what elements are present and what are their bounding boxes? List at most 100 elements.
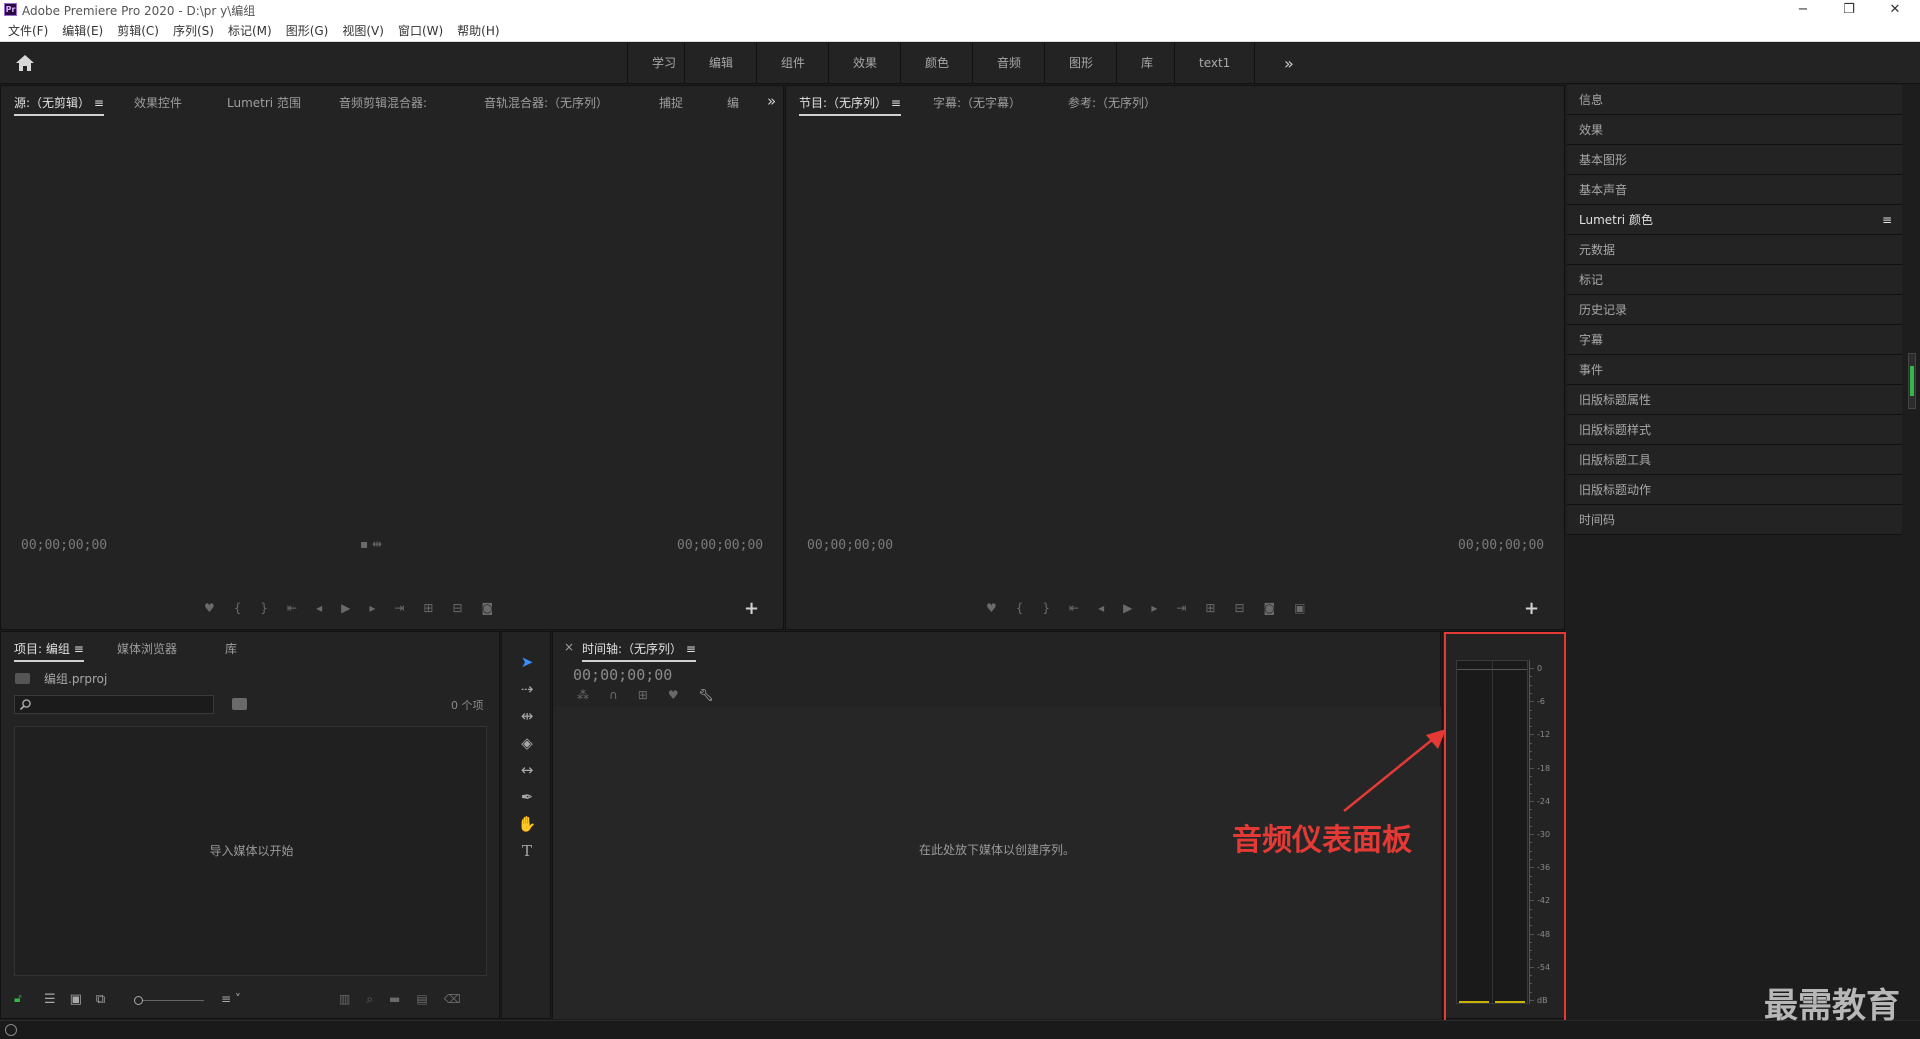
panel-legacy-title-styles[interactable]: 旧版标题样式 (1567, 415, 1902, 445)
maximize-button[interactable]: ❐ (1826, 0, 1872, 20)
program-transport-controls[interactable]: ♥{}⇤◂▶▸⇥⊞⊟◙▣ (986, 601, 1325, 615)
tab-media-browser[interactable]: 媒体浏览器 (117, 640, 177, 657)
meter-scale-label: -6 (1537, 697, 1545, 707)
panel-lumetri-color[interactable]: Lumetri 颜色 ≡ (1567, 205, 1902, 235)
new-search-bin-icon[interactable] (232, 698, 247, 710)
panel-legacy-title-actions[interactable]: 旧版标题动作 (1567, 475, 1902, 505)
pen-tool-icon[interactable]: ✒ (514, 785, 540, 809)
program-timecode-current[interactable]: 00;00;00;00 (807, 538, 893, 553)
tab-timeline[interactable]: 时间轴:（无序列） ≡ (582, 640, 696, 662)
panel-essential-sound[interactable]: 基本声音 (1567, 175, 1902, 205)
sort-icon[interactable]: ≡ ˅ (221, 992, 241, 1006)
type-tool-icon[interactable]: T (514, 839, 540, 863)
panel-legacy-title-tools[interactable]: 旧版标题工具 (1567, 445, 1902, 475)
meter-minor-tick (1529, 792, 1532, 794)
menu-graphics[interactable]: 图形(G) (279, 20, 336, 42)
tab-audio-clip-mixer[interactable]: 音频剪辑混合器: (339, 94, 427, 111)
panel-history[interactable]: 历史记录 (1567, 295, 1902, 325)
tab-reference[interactable]: 参考:（无序列） (1068, 94, 1156, 111)
status-icon[interactable] (5, 1024, 17, 1036)
meter-scale-label: -24 (1537, 796, 1551, 806)
menu-window[interactable]: 窗口(W) (391, 20, 450, 42)
tab-source[interactable]: 源:（无剪辑） ≡ (14, 94, 104, 116)
project-search-input[interactable] (14, 695, 214, 714)
meter-minor-tick (1529, 709, 1532, 711)
menu-sequence[interactable]: 序列(S) (166, 20, 221, 42)
panel-markers[interactable]: 标记 (1567, 265, 1902, 295)
slip-tool-icon[interactable]: ↔ (514, 758, 540, 782)
tab-lumetri-scopes[interactable]: Lumetri 范围 (227, 94, 301, 111)
panel-more-icon[interactable]: » (767, 92, 776, 110)
panel-effects[interactable]: 效果 (1567, 115, 1902, 145)
timeline-close-button[interactable]: × (564, 640, 574, 654)
menu-marker[interactable]: 标记(M) (221, 20, 279, 42)
tab-audio-track-mixer[interactable]: 音轨混合器:（无序列） (484, 94, 608, 111)
audio-meter-bars (1456, 660, 1528, 1004)
hand-tool-icon[interactable]: ✋ (514, 812, 540, 836)
menu-clip[interactable]: 剪辑(C) (110, 20, 166, 42)
timeline-drop-area[interactable]: 在此处放下媒体以创建序列。 (553, 707, 1441, 1019)
meter-scale-label: -42 (1537, 896, 1551, 906)
view-mode-icons[interactable]: ☰▣⧉ (44, 992, 119, 1007)
project-bottom-tools[interactable]: ▥⌕▬▤⌫ (339, 992, 477, 1007)
meter-tick (1529, 800, 1534, 802)
right-panel-stack: 信息 效果 基本图形 基本声音 Lumetri 颜色 ≡ 元数据 标记 历史记录 … (1567, 85, 1920, 1020)
workspace-color[interactable]: 颜色 (900, 43, 973, 84)
meter-minor-tick (1529, 975, 1532, 977)
meter-minor-tick (1529, 858, 1532, 860)
lock-icon[interactable]: 🔓︎ (14, 991, 22, 1006)
razor-tool-icon[interactable]: ◈ (514, 731, 540, 755)
home-icon[interactable] (14, 53, 36, 73)
panel-timecode[interactable]: 时间码 (1567, 505, 1902, 535)
workspace-text1[interactable]: text1 (1174, 43, 1256, 84)
meter-scale-label: -36 (1537, 863, 1551, 873)
right-scrollbar[interactable] (1908, 353, 1916, 409)
tab-capture[interactable]: 捕捉 (659, 94, 683, 111)
menu-edit[interactable]: 编辑(E) (55, 20, 110, 42)
minimize-button[interactable]: − (1780, 0, 1826, 20)
panel-metadata[interactable]: 元数据 (1567, 235, 1902, 265)
meter-minor-tick (1529, 842, 1532, 844)
source-timecode-duration: 00;00;00;00 (677, 538, 764, 553)
panel-info[interactable]: 信息 (1567, 85, 1902, 115)
source-add-button[interactable]: + (744, 598, 759, 619)
timeline-timecode[interactable]: 00;00;00;00 (573, 666, 672, 684)
tab-program[interactable]: 节目:（无序列） ≡ (799, 94, 901, 116)
workspace-more-icon[interactable]: » (1284, 54, 1294, 73)
panel-events[interactable]: 事件 (1567, 355, 1902, 385)
workspace-audio[interactable]: 音频 (972, 43, 1045, 84)
tab-edit-truncated[interactable]: 编 (727, 94, 739, 111)
workspace-libraries[interactable]: 库 (1116, 43, 1177, 84)
workspace-assembly[interactable]: 组件 (756, 43, 829, 84)
project-panel: 项目: 编组 ≡ 媒体浏览器 库 编组.prproj 0 个项 导入媒体以开始 … (0, 631, 500, 1019)
panel-legacy-title-properties[interactable]: 旧版标题属性 (1567, 385, 1902, 415)
panel-essential-graphics[interactable]: 基本图形 (1567, 145, 1902, 175)
tab-captions[interactable]: 字幕:（无字幕） (933, 94, 1021, 111)
project-bin-area[interactable]: 导入媒体以开始 (14, 726, 487, 976)
workspace-edit[interactable]: 编辑 (684, 43, 757, 84)
menu-file[interactable]: 文件(F) (0, 20, 55, 42)
source-transport-controls[interactable]: ♥{}⇤◂▶▸⇥⊞⊟◙ (204, 601, 512, 615)
menu-help[interactable]: 帮助(H) (450, 20, 506, 42)
meter-tick (1529, 701, 1534, 703)
zoom-slider[interactable] (134, 996, 204, 1005)
tab-effect-controls[interactable]: 效果控件 (134, 94, 182, 111)
meter-tick (1529, 734, 1534, 736)
menu-view[interactable]: 视图(V) (335, 20, 391, 42)
meter-tick (1529, 966, 1534, 968)
drag-video-icon[interactable]: ▪ ⇹ (360, 537, 382, 551)
tab-libraries[interactable]: 库 (225, 640, 237, 657)
panel-captions[interactable]: 字幕 (1567, 325, 1902, 355)
ripple-edit-tool-icon[interactable]: ⇹ (514, 704, 540, 728)
selection-tool-icon[interactable]: ➤ (514, 650, 540, 674)
close-window-button[interactable]: ✕ (1872, 0, 1918, 20)
meter-tick (1529, 900, 1534, 902)
timeline-toolbar-icons[interactable]: ⁂∩⊞♥🔧︎ (577, 688, 734, 702)
workspace-graphics[interactable]: 图形 (1044, 43, 1117, 84)
meter-tick (1529, 867, 1534, 869)
track-select-tool-icon[interactable]: ⇢ (514, 677, 540, 701)
source-timecode-current[interactable]: 00;00;00;00 (21, 538, 107, 553)
workspace-effects[interactable]: 效果 (828, 43, 901, 84)
program-add-button[interactable]: + (1524, 598, 1539, 619)
tab-project[interactable]: 项目: 编组 ≡ (14, 640, 84, 662)
